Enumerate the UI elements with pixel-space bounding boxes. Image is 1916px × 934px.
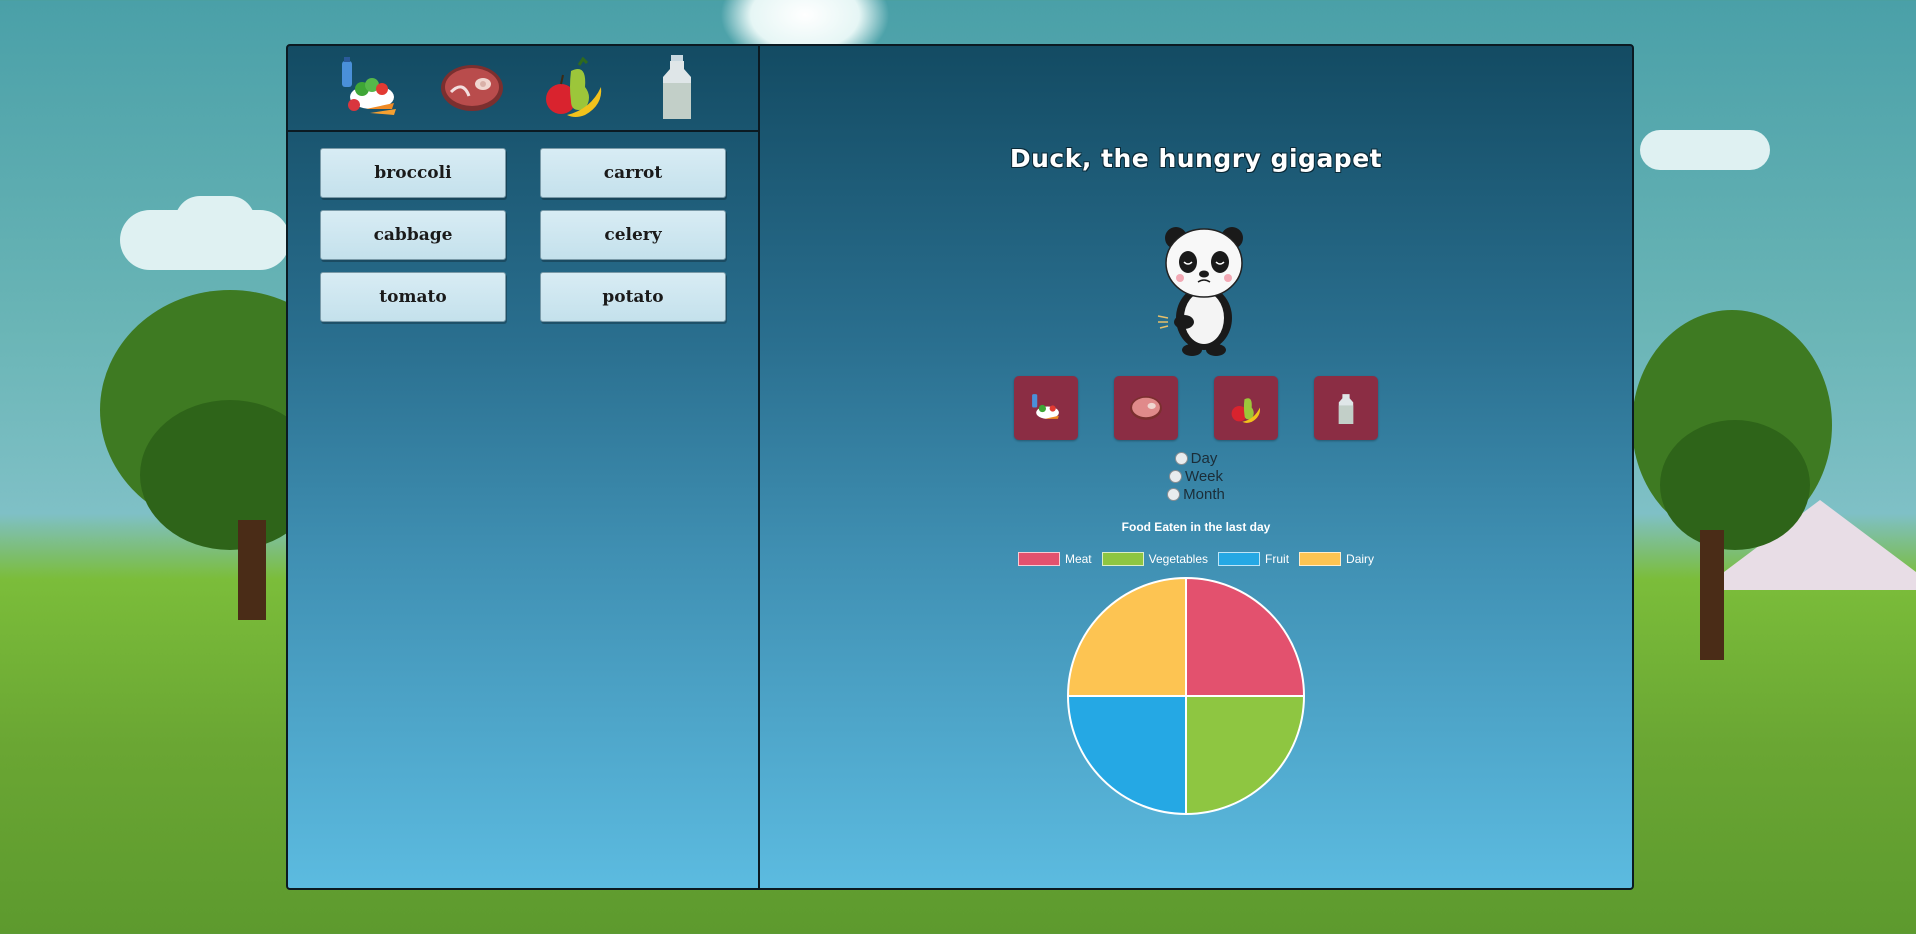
tree-crown — [1660, 420, 1810, 550]
fruit-icon — [546, 57, 602, 117]
legend-label: Vegetables — [1148, 552, 1209, 566]
tab-vegetables[interactable] — [334, 53, 404, 123]
food-item-button[interactable]: broccoli — [320, 148, 506, 198]
food-item-button[interactable]: potato — [540, 272, 726, 322]
tree-trunk — [1700, 530, 1724, 660]
fruit-icon — [1231, 398, 1261, 423]
legend-item[interactable]: Vegetables — [1101, 552, 1209, 566]
vegetables-icon — [342, 57, 397, 115]
period-label: Day — [1190, 450, 1218, 467]
legend-item[interactable]: Fruit — [1218, 552, 1289, 566]
period-label: Month — [1183, 486, 1225, 503]
food-pie-chart — [1066, 576, 1306, 816]
food-item-button[interactable]: tomato — [320, 272, 506, 322]
milk-icon — [1338, 394, 1354, 424]
period-option-week[interactable]: Week — [1168, 468, 1224, 485]
food-item-list: broccoli carrot cabbage celery tomato po… — [288, 132, 758, 338]
tree-trunk — [238, 520, 266, 620]
legend-swatch — [1101, 552, 1144, 566]
legend-label: Meat — [1064, 552, 1092, 566]
legend-swatch — [1299, 552, 1342, 566]
radio-button[interactable] — [1168, 470, 1182, 483]
pie-slice-vegetables[interactable] — [1185, 695, 1306, 816]
pet-title: Duck, the hungry gigapet — [1009, 144, 1383, 173]
period-option-day[interactable]: Day — [1174, 450, 1218, 467]
feed-fruit-button[interactable] — [1214, 376, 1278, 440]
radio-button[interactable] — [1174, 452, 1188, 465]
meat-icon — [1130, 396, 1162, 420]
tab-meat[interactable] — [437, 53, 507, 123]
panda-icon — [1157, 227, 1243, 356]
feed-meat-button[interactable] — [1114, 376, 1178, 440]
meat-icon — [440, 65, 503, 111]
legend-label: Fruit — [1265, 552, 1290, 566]
legend-label: Dairy — [1346, 552, 1375, 566]
cloud — [175, 196, 255, 246]
feed-buttons — [1014, 376, 1378, 440]
legend-swatch — [1218, 552, 1261, 566]
pet-panel: Duck, the hungry gigapet Day Week Month … — [760, 46, 1632, 888]
pie-slice-meat[interactable] — [1185, 576, 1306, 697]
legend-item[interactable]: Meat — [1017, 552, 1092, 566]
feed-dairy-button[interactable] — [1314, 376, 1378, 440]
pie-slice-dairy[interactable] — [1066, 576, 1187, 697]
food-item-button[interactable]: celery — [540, 210, 726, 260]
food-item-button[interactable]: cabbage — [320, 210, 506, 260]
pie-slice-fruit[interactable] — [1066, 695, 1187, 816]
food-category-tabs — [288, 46, 758, 132]
food-panel: broccoli carrot cabbage celery tomato po… — [288, 46, 760, 888]
cloud — [1640, 130, 1770, 170]
milk-icon — [662, 55, 691, 119]
chart-legend: Meat Vegetables Fruit Dairy — [760, 552, 1632, 566]
chart-title: Food Eaten in the last day — [1121, 520, 1271, 534]
radio-button[interactable] — [1167, 488, 1181, 501]
legend-swatch — [1017, 552, 1060, 566]
tab-dairy[interactable] — [642, 53, 712, 123]
time-period-selector: Day Week Month — [760, 450, 1632, 503]
period-label: Week — [1184, 468, 1224, 485]
vegetables-icon — [1032, 394, 1059, 419]
period-option-month[interactable]: Month — [1167, 486, 1225, 503]
feed-vegetables-button[interactable] — [1014, 376, 1078, 440]
tab-fruit[interactable] — [539, 53, 609, 123]
food-item-button[interactable]: carrot — [540, 148, 726, 198]
gigapet-app: broccoli carrot cabbage celery tomato po… — [286, 44, 1634, 890]
legend-item[interactable]: Dairy — [1299, 552, 1374, 566]
